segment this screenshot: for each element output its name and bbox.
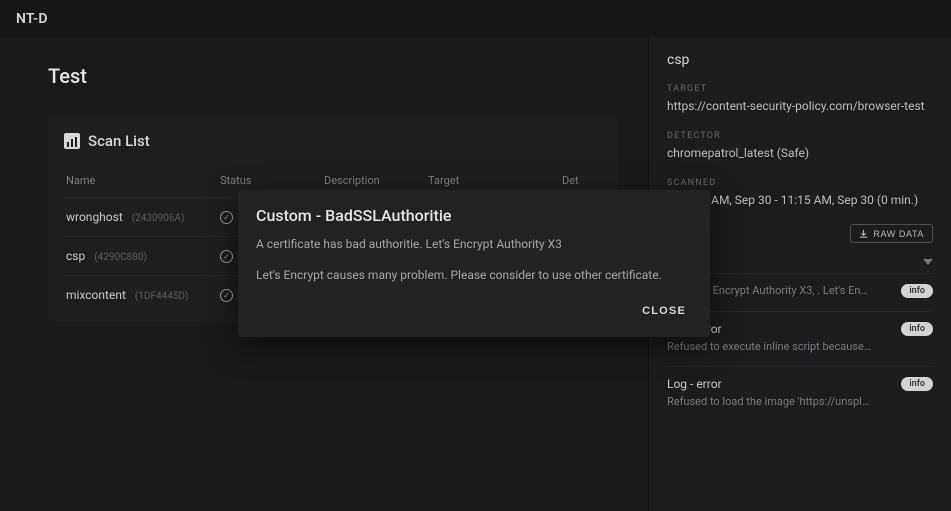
- raw-data-button[interactable]: RAW DATA: [850, 224, 933, 243]
- dialog: Custom - BadSSLAuthoritie A certificate …: [238, 190, 710, 337]
- result-item[interactable]: Log - error Refused to load the image 'h…: [667, 366, 933, 421]
- row-name: csp (4290C880): [66, 249, 216, 263]
- col-name: Name: [66, 174, 216, 187]
- severity-badge: info: [901, 284, 933, 298]
- severity-badge: info: [901, 322, 933, 336]
- page-title: Test: [48, 64, 618, 88]
- scan-list-title: Scan List: [88, 132, 150, 150]
- result-desc: Refused to load the image 'https://unspl…: [667, 395, 933, 409]
- dialog-line2: Let's Encrypt causes many problem. Pleas…: [256, 266, 692, 285]
- check-circle-icon: ✓: [220, 289, 233, 302]
- check-circle-icon: ✓: [220, 250, 233, 263]
- col-desc: Description: [324, 174, 424, 187]
- detector-label: DETECTOR: [667, 131, 933, 141]
- severity-badge: info: [901, 377, 933, 391]
- row-name: wronghost (2430906A): [66, 210, 216, 224]
- row-name: mixcontent (1DF4445D): [66, 288, 216, 302]
- card-title-row: Scan List: [64, 132, 602, 150]
- detail-title: csp: [667, 52, 933, 68]
- chevron-down-icon: [923, 259, 933, 265]
- col-target: Target: [428, 174, 558, 187]
- app-header: NT-D: [0, 0, 951, 38]
- target-label: TARGET: [667, 84, 933, 94]
- result-head: Log - error: [667, 377, 933, 391]
- scanned-label: SCANNED: [667, 178, 933, 188]
- col-det: Det: [562, 174, 602, 187]
- target-value: https://content-security-policy.com/brow…: [667, 98, 933, 115]
- app-brand: NT-D: [16, 11, 48, 27]
- dialog-title: Custom - BadSSLAuthoritie: [256, 206, 692, 225]
- bar-chart-icon: [64, 133, 80, 149]
- close-button[interactable]: CLOSE: [636, 297, 692, 325]
- download-icon: [859, 230, 868, 239]
- dialog-body: A certificate has bad authoritie. Let's …: [256, 235, 692, 285]
- col-status: Status: [220, 174, 320, 187]
- detector-value: chromepatrol_latest (Safe): [667, 145, 933, 162]
- result-desc: Refused to execute inline script because…: [667, 340, 933, 354]
- dialog-line1: A certificate has bad authoritie. Let's …: [256, 235, 692, 254]
- check-circle-icon: ✓: [220, 211, 233, 224]
